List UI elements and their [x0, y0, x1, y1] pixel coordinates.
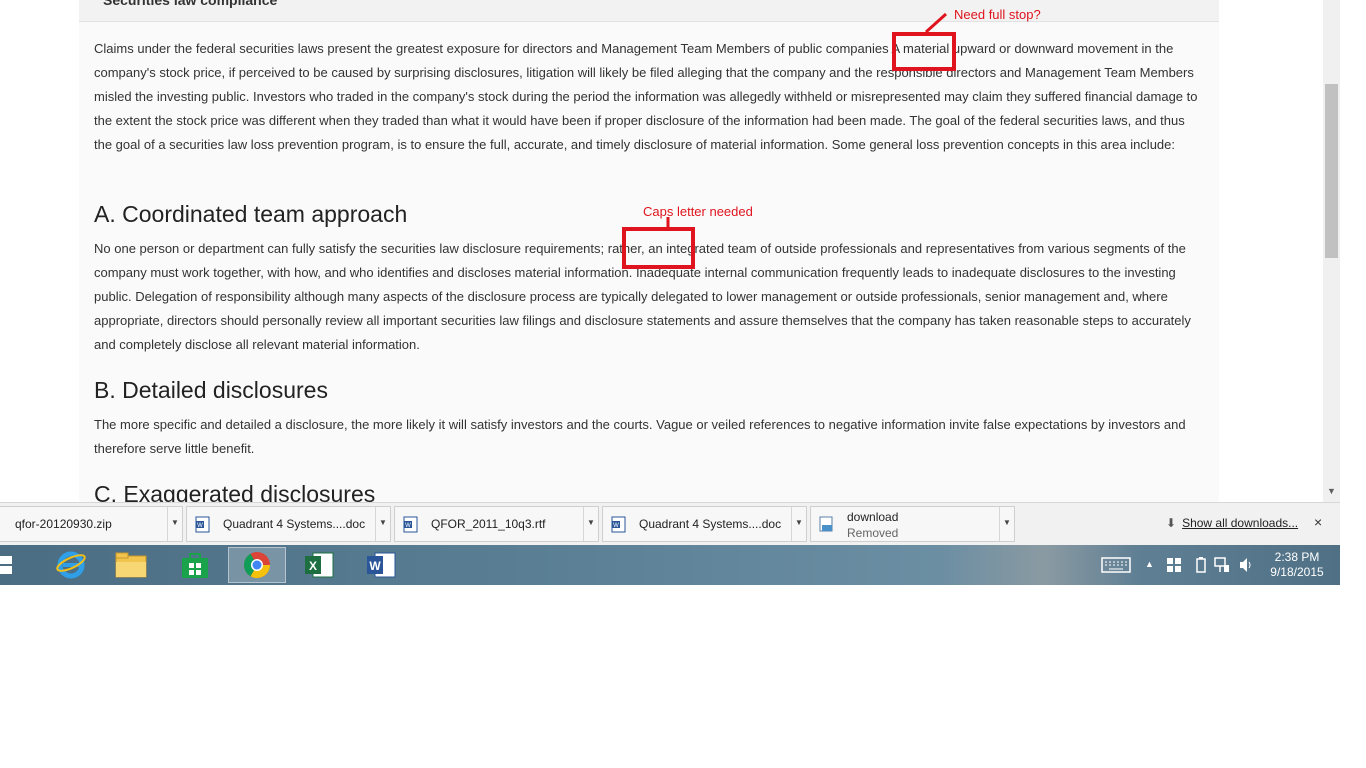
download-item-removed[interactable]: download Removed ▼	[810, 506, 1015, 542]
chevron-down-icon[interactable]: ▼	[375, 507, 390, 541]
download-name: QFOR_2011_10q3.rtf	[431, 517, 546, 531]
annotation-note-caps: Caps letter needed	[643, 204, 753, 219]
chevron-down-icon[interactable]: ▼	[791, 507, 806, 541]
clock-time: 2:38 PM	[1274, 550, 1320, 564]
download-item-quadrant-doc[interactable]: W Quadrant 4 Systems....doc ▼	[186, 506, 391, 542]
chrome-logo	[243, 552, 271, 579]
excel-logo: X	[305, 552, 334, 578]
paragraph-detailed-disclosures: The more specific and detailed a disclos…	[94, 417, 1186, 456]
show-hidden-icons-icon[interactable]: ▲	[1145, 559, 1154, 569]
show-all-downloads-label: Show all downloads...	[1182, 516, 1299, 530]
annotation-note-full-stop: Need full stop?	[954, 7, 1041, 22]
download-name: download	[847, 510, 899, 524]
folder-icon	[115, 552, 147, 578]
chevron-down-icon[interactable]: ▼	[167, 507, 182, 541]
word-doc-icon: W	[611, 516, 626, 533]
scroll-down-arrow-icon[interactable]: ▼	[1323, 486, 1340, 500]
battery-icon[interactable]	[1196, 557, 1206, 573]
excel-icon[interactable]: X	[290, 547, 348, 583]
download-name: qfor-20120930.zip	[15, 517, 112, 531]
download-item-quadrant-doc-2[interactable]: W Quadrant 4 Systems....doc ▼	[602, 506, 807, 542]
taskbar-clock[interactable]: 2:38 PM 9/18/2015	[1262, 550, 1332, 580]
word-doc-icon: W	[403, 516, 418, 533]
word-doc-icon: W	[195, 516, 210, 533]
annotation-box-full-stop	[892, 32, 956, 71]
svg-text:W: W	[613, 523, 619, 529]
annotation-box-caps	[622, 227, 695, 269]
chevron-down-icon[interactable]: ▼	[999, 507, 1014, 541]
heading-exaggerated-disclosures: C. Exaggerated disclosures	[94, 481, 376, 502]
store-icon[interactable]	[166, 547, 224, 583]
generic-file-icon	[819, 516, 833, 532]
download-arrow-icon: ⬇	[1166, 516, 1177, 530]
download-shelf: qfor-20120930.zip ▼ W Quadrant 4 Systems…	[0, 502, 1340, 546]
word-icon[interactable]: W	[352, 547, 410, 583]
action-center-flag-icon[interactable]	[1167, 558, 1181, 572]
network-icon[interactable]	[1214, 557, 1230, 573]
store-bag-icon	[182, 553, 208, 578]
chevron-down-icon[interactable]: ▼	[583, 507, 598, 541]
download-item-qfor-zip[interactable]: qfor-20120930.zip ▼	[0, 506, 183, 542]
chrome-icon[interactable]	[228, 547, 286, 583]
touch-keyboard-icon[interactable]	[1101, 557, 1131, 573]
internet-explorer-icon[interactable]	[42, 547, 100, 583]
download-item-qfor-rtf[interactable]: W QFOR_2011_10q3.rtf ▼	[394, 506, 599, 542]
download-status: Removed	[847, 526, 899, 540]
svg-text:X: X	[309, 559, 317, 573]
clock-date: 9/18/2015	[1270, 565, 1324, 579]
close-icon[interactable]: ×	[1314, 514, 1322, 530]
heading-coordinated-team-approach: A. Coordinated team approach	[94, 201, 408, 227]
vertical-scrollbar[interactable]: ▼	[1323, 0, 1340, 502]
heading-detailed-disclosures: B. Detailed disclosures	[94, 377, 328, 403]
section-title: Securities law compliance	[103, 0, 278, 8]
windows-logo-icon	[0, 556, 12, 574]
svg-text:W: W	[369, 559, 381, 573]
intro-paragraph: Claims under the federal securities laws…	[94, 41, 1198, 152]
download-name: Quadrant 4 Systems....doc	[639, 517, 782, 531]
start-button[interactable]	[0, 547, 30, 583]
download-name: Quadrant 4 Systems....doc	[223, 517, 366, 531]
ie-logo	[56, 551, 86, 579]
show-all-downloads-link[interactable]: ⬇ Show all downloads...	[1166, 516, 1298, 530]
file-explorer-icon[interactable]	[102, 547, 160, 583]
section-header[interactable]: Securities law compliance	[79, 0, 1219, 22]
annotation-pointer-line	[924, 12, 948, 34]
windows-taskbar: X W ▲ 2:38 PM 9/18/2015	[0, 545, 1340, 585]
scrollbar-thumb[interactable]	[1325, 84, 1338, 258]
svg-text:W: W	[405, 523, 411, 529]
browser-viewport: Securities law compliance Claims under t…	[0, 0, 1340, 502]
word-logo: W	[367, 552, 396, 578]
svg-text:W: W	[197, 523, 203, 529]
volume-icon[interactable]	[1239, 557, 1253, 573]
